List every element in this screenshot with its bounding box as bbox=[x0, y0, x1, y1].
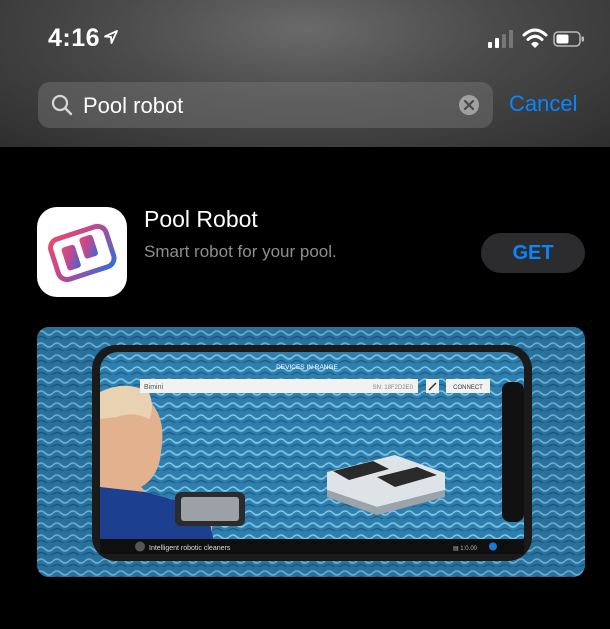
app-icon[interactable] bbox=[37, 207, 127, 297]
clear-text-icon[interactable] bbox=[458, 94, 480, 116]
app-screenshot-preview[interactable]: DEVICES IN RANGE Bimini SN: 18F2D2E0 CON… bbox=[37, 327, 585, 577]
search-header: 4:16 Pool robot Cancel bbox=[0, 0, 610, 147]
signal-icon bbox=[488, 30, 513, 48]
info-icon bbox=[489, 542, 497, 551]
screenshot-serial: SN: 18F2D2E0 bbox=[373, 385, 414, 391]
search-icon bbox=[51, 94, 73, 116]
screenshot-heading: DEVICES IN RANGE bbox=[276, 364, 338, 371]
status-bar: 4:16 bbox=[0, 0, 610, 80]
status-time: 4:16 bbox=[48, 24, 101, 52]
app-subtitle: Smart robot for your pool. bbox=[144, 242, 337, 261]
get-button[interactable]: GET bbox=[481, 233, 585, 273]
wifi-icon bbox=[522, 28, 548, 48]
screenshot-footer-text: Intelligent robotic cleaners bbox=[149, 545, 231, 552]
battery-icon bbox=[553, 31, 584, 47]
screenshot-footer-right: ▤ 1:0.00 bbox=[453, 546, 478, 552]
app-name[interactable]: Pool Robot bbox=[144, 206, 258, 233]
screenshot-connect: CONNECT bbox=[453, 385, 483, 391]
search-input[interactable]: Pool robot bbox=[83, 93, 183, 119]
pool-robot-logo-icon bbox=[48, 223, 117, 283]
cancel-button[interactable]: Cancel bbox=[509, 91, 577, 117]
screenshot-device-name: Bimini bbox=[144, 384, 164, 391]
screenshot-image: DEVICES IN RANGE Bimini SN: 18F2D2E0 CON… bbox=[37, 327, 585, 577]
search-field[interactable]: Pool robot bbox=[38, 82, 493, 128]
location-arrow-icon bbox=[104, 30, 118, 44]
